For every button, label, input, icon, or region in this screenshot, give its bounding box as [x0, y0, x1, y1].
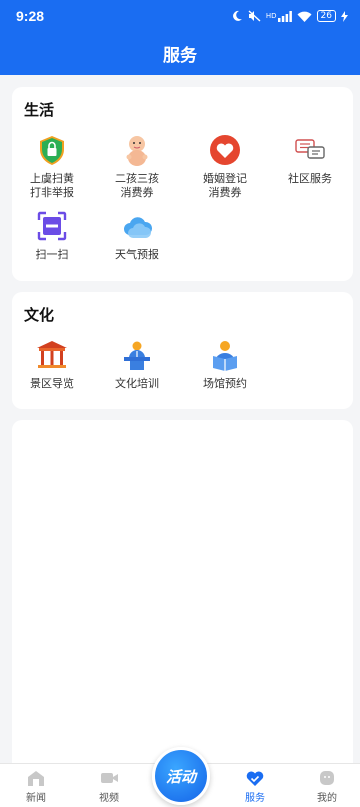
mute-icon — [248, 10, 261, 22]
service-label: 婚姻登记 消费券 — [203, 172, 247, 199]
service-item-weather[interactable]: 天气预报 — [97, 209, 177, 262]
life-section: 生活 上虞扫黄 打非举报 二孩三孩 消费券 婚姻登记 消费券 社区服务 扫一扫 … — [12, 87, 353, 281]
video-icon — [101, 773, 118, 783]
nav-tab-video[interactable]: 视频 — [79, 768, 139, 804]
content-area — [12, 420, 353, 765]
service-label: 二孩三孩 消费券 — [115, 172, 159, 199]
service-item-child-voucher[interactable]: 二孩三孩 消费券 — [97, 133, 177, 200]
status-icons: HD 26 — [231, 10, 348, 22]
service-item-scan[interactable]: 扫一扫 — [12, 209, 92, 262]
service-label: 天气预报 — [115, 248, 159, 261]
profile-icon — [320, 771, 334, 785]
nav-tab-service[interactable]: 服务 — [225, 768, 285, 804]
service-item-culture-training[interactable]: 文化培训 — [97, 338, 177, 391]
nav-label: 新闻 — [26, 793, 46, 804]
nav-tab-news[interactable]: 新闻 — [6, 768, 66, 804]
section-title-culture: 文化 — [24, 306, 55, 324]
service-label: 社区服务 — [288, 172, 332, 185]
wifi-icon — [297, 11, 312, 22]
signal-label: HD — [265, 12, 277, 20]
chat-bubbles-icon — [295, 139, 325, 159]
status-time: 9:28 — [16, 8, 45, 24]
service-item-marriage-voucher[interactable]: 婚姻登记 消费券 — [185, 133, 265, 200]
status-bar: 9:28 HD 26 — [0, 0, 360, 32]
shield-icon — [40, 136, 64, 165]
moon-icon — [231, 10, 243, 22]
cloud-icon — [124, 217, 153, 238]
nav-label: 视频 — [99, 793, 119, 804]
nav-label: 服务 — [245, 793, 265, 804]
signal-icon: HD — [265, 10, 292, 22]
page-title: 服务 — [163, 46, 197, 66]
service-item-community[interactable]: 社区服务 — [270, 133, 350, 186]
reader-icon — [213, 341, 237, 371]
activity-button[interactable]: 活动 — [152, 747, 210, 805]
heart-check-icon — [246, 771, 264, 786]
heart-icon — [210, 135, 240, 165]
culture-section: 文化 景区导览 文化培训 场馆预约 — [12, 292, 353, 409]
lecturer-icon — [124, 341, 150, 370]
baby-icon — [126, 136, 148, 166]
nav-tab-mine[interactable]: 我的 — [297, 768, 357, 804]
service-label: 场馆预约 — [203, 377, 247, 390]
service-label: 文化培训 — [115, 377, 159, 390]
service-item-report[interactable]: 上虞扫黄 打非举报 — [12, 133, 92, 200]
service-item-scenic-guide[interactable]: 景区导览 — [12, 338, 92, 391]
service-item-venue-booking[interactable]: 场馆预约 — [185, 338, 265, 391]
news-icon — [28, 771, 44, 786]
service-label: 扫一扫 — [35, 248, 69, 261]
charging-icon — [341, 10, 348, 22]
section-title-life: 生活 — [24, 101, 55, 119]
battery-icon: 26 — [316, 10, 336, 22]
app-header: 9:28 HD 26 服务 — [0, 0, 360, 75]
nav-label: 我的 — [317, 793, 337, 804]
service-label: 上虞扫黄 打非举报 — [30, 172, 74, 199]
scan-icon — [37, 211, 67, 241]
service-label: 景区导览 — [30, 377, 74, 390]
pavilion-icon — [37, 341, 67, 368]
